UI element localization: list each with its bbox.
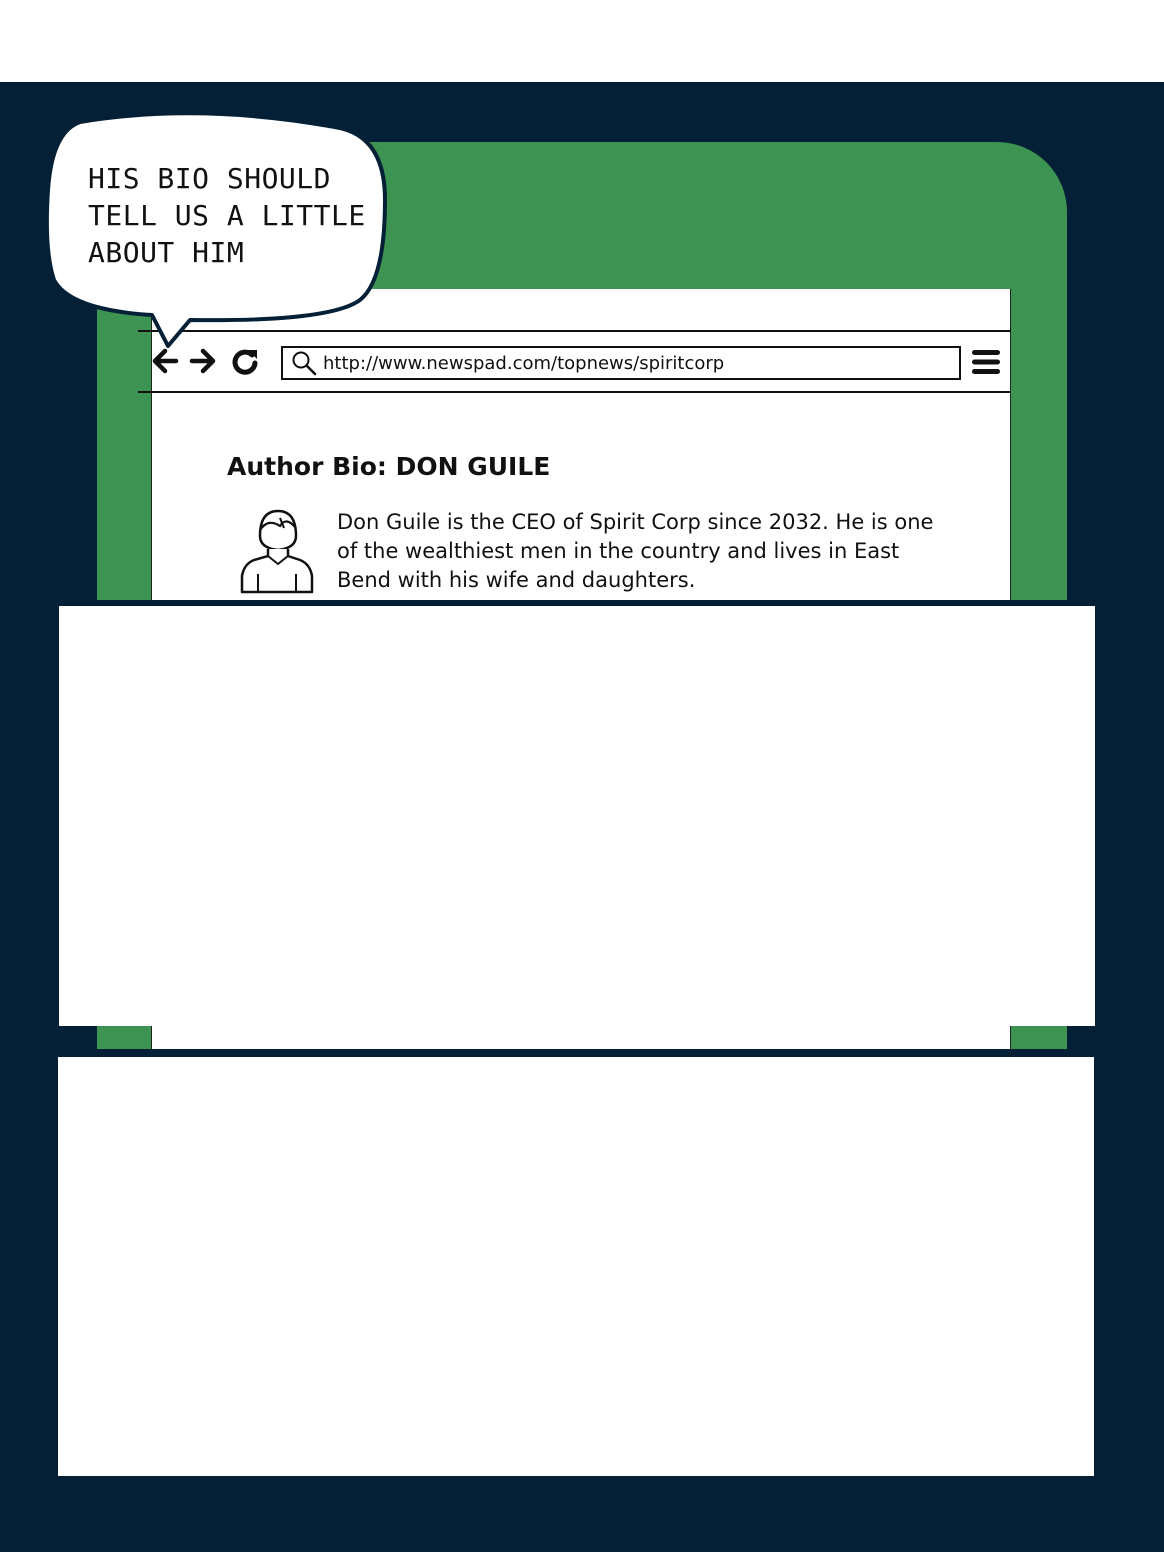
page-title: Author Bio: DON GUILE (227, 452, 551, 481)
comic-panel-blank (58, 1057, 1094, 1476)
toolbar-bottom-border (138, 391, 1011, 393)
speech-line: His bio should (88, 162, 332, 195)
comic-panel-blank (59, 606, 1095, 1026)
top-margin (0, 0, 1164, 82)
panel-gutter (0, 1049, 1164, 1057)
speech-line: about him (88, 236, 245, 269)
bio-text: Don Guile is the CEO of Spirit Corp sinc… (337, 510, 934, 592)
speech-line: tell us a little (88, 199, 366, 232)
speech-bubble-text: His bio should tell us a little about hi… (88, 160, 368, 271)
person-icon (240, 509, 314, 594)
menu-icon[interactable] (971, 348, 1001, 376)
